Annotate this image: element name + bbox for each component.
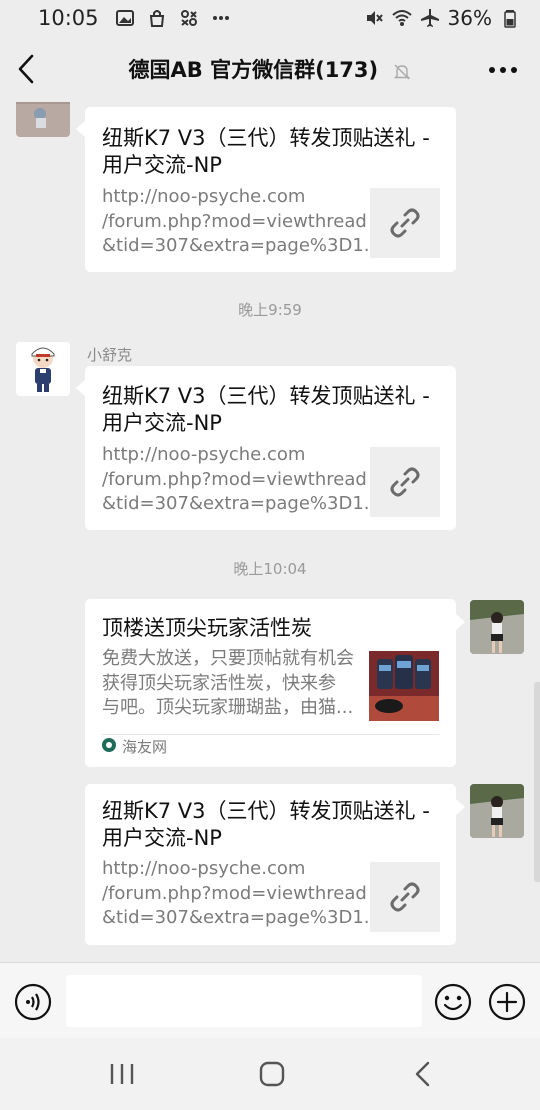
battery-percent: 36% xyxy=(447,6,492,30)
article-thumbnail xyxy=(369,651,439,721)
nav-back-icon xyxy=(415,1061,430,1087)
voice-button[interactable] xyxy=(14,983,52,1021)
link-thumbnail xyxy=(370,188,440,258)
card-desc-line: 免费大放送，只要顶帖就有机会 xyxy=(102,648,354,669)
link-icon xyxy=(390,882,420,912)
mute-icon xyxy=(364,8,384,28)
chat-title: 德国AB 官方微信群(173) xyxy=(0,54,540,84)
card-desc-line: http://noo-psyche.com xyxy=(102,444,306,465)
card-desc-line: http://noo-psyche.com xyxy=(102,186,306,207)
more-dots-icon xyxy=(489,67,517,73)
status-time: 10:05 xyxy=(38,6,99,30)
home-button[interactable] xyxy=(256,1058,288,1090)
card-title: 顶楼送顶尖玩家活性炭 xyxy=(102,616,312,640)
source-name: 海友网 xyxy=(122,738,168,756)
recent-apps-button[interactable] xyxy=(106,1058,138,1090)
more-button[interactable] xyxy=(488,58,518,82)
card-desc-line: &tid=307&extra=page%3D1... xyxy=(102,235,381,256)
emoji-button[interactable] xyxy=(434,983,472,1021)
gallery-icon xyxy=(115,8,135,28)
timestamp: 晚上9:59 xyxy=(238,301,302,319)
bubble-tail xyxy=(456,799,465,815)
home-icon xyxy=(259,1061,285,1087)
card-title-line: 用户交流-NP xyxy=(102,826,222,850)
bag-icon xyxy=(147,8,167,28)
card-title-line: 纽斯K7 V3（三代）转发顶贴送礼 - xyxy=(102,799,430,823)
card-title: 纽斯K7 V3（三代）转发顶贴送礼 - 用户交流-NP xyxy=(102,798,430,852)
game-icon xyxy=(179,8,199,28)
avatar[interactable] xyxy=(470,600,524,654)
card-divider xyxy=(102,734,439,735)
overflow-dots-icon xyxy=(211,8,231,28)
link-icon xyxy=(390,208,420,238)
article-card[interactable]: 顶楼送顶尖玩家活性炭 免费大放送，只要顶帖就有机会 获得顶尖玩家活性炭，快来参 … xyxy=(85,599,456,767)
link-card[interactable]: 纽斯K7 V3（三代）转发顶贴送礼 - 用户交流-NP http://noo-p… xyxy=(85,107,456,272)
input-bar xyxy=(0,962,540,1038)
bubble-tail xyxy=(456,614,465,630)
card-title-line: 纽斯K7 V3（三代）转发顶贴送礼 - xyxy=(102,384,430,408)
link-card[interactable]: 纽斯K7 V3（三代）转发顶贴送礼 - 用户交流-NP http://noo-p… xyxy=(85,784,456,945)
message-input[interactable] xyxy=(66,975,422,1027)
card-desc: http://noo-psyche.com /forum.php?mod=vie… xyxy=(102,443,381,517)
airplane-icon xyxy=(420,8,440,28)
sender-name: 小舒克 xyxy=(87,346,133,364)
link-thumbnail xyxy=(370,862,440,932)
card-desc-line: 与吧。顶尖玩家珊瑚盐，由猫... xyxy=(102,697,354,718)
recent-apps-icon xyxy=(110,1064,134,1084)
card-desc-line: &tid=307&extra=page%3D1... xyxy=(102,493,381,514)
bubble-tail xyxy=(76,380,85,396)
card-desc-line: /forum.php?mod=viewthread xyxy=(102,210,367,232)
card-desc-line: http://noo-psyche.com xyxy=(102,858,306,879)
card-desc-line: /forum.php?mod=viewthread xyxy=(102,882,367,904)
card-desc: http://noo-psyche.com /forum.php?mod=vie… xyxy=(102,185,381,259)
card-desc-line: &tid=307&extra=page%3D1... xyxy=(102,907,381,928)
chat-header: 德国AB 官方微信群(173) xyxy=(0,36,540,102)
card-desc-line: /forum.php?mod=viewthread xyxy=(102,468,367,490)
add-button[interactable] xyxy=(488,983,526,1021)
bubble-tail xyxy=(76,121,85,137)
card-title-line: 用户交流-NP xyxy=(102,153,222,177)
link-thumbnail xyxy=(370,447,440,517)
bell-off-icon xyxy=(393,62,411,80)
group-name: 德国AB 官方微信群(173) xyxy=(128,58,379,82)
article-source: 海友网 xyxy=(102,736,167,757)
system-nav-bar xyxy=(0,1038,540,1110)
avatar[interactable] xyxy=(16,102,70,137)
card-desc: 免费大放送，只要顶帖就有机会 获得顶尖玩家活性炭，快来参 与吧。顶尖玩家珊瑚盐，… xyxy=(102,647,354,721)
nav-back-button[interactable] xyxy=(408,1058,440,1090)
card-title: 纽斯K7 V3（三代）转发顶贴送礼 - 用户交流-NP xyxy=(102,383,430,437)
wifi-icon xyxy=(391,8,412,28)
avatar[interactable] xyxy=(16,342,70,396)
scrollbar[interactable] xyxy=(534,682,540,882)
card-title-line: 用户交流-NP xyxy=(102,411,222,435)
battery-icon xyxy=(500,8,520,28)
link-icon xyxy=(390,467,420,497)
timestamp: 晚上10:04 xyxy=(233,560,307,578)
card-title: 纽斯K7 V3（三代）转发顶贴送礼 - 用户交流-NP xyxy=(102,125,430,179)
link-card[interactable]: 纽斯K7 V3（三代）转发顶贴送礼 - 用户交流-NP http://noo-p… xyxy=(85,366,456,530)
voice-icon xyxy=(14,983,52,1021)
plus-circle-icon xyxy=(488,983,526,1021)
chat-messages[interactable]: 纽斯K7 V3（三代）转发顶贴送礼 - 用户交流-NP http://noo-p… xyxy=(0,102,540,962)
card-title-line: 纽斯K7 V3（三代）转发顶贴送礼 - xyxy=(102,126,430,150)
avatar[interactable] xyxy=(470,784,524,838)
status-bar: 10:05 36% xyxy=(0,0,540,36)
card-desc-line: 获得顶尖玩家活性炭，快来参 xyxy=(102,672,336,694)
source-logo-icon xyxy=(102,737,116,756)
card-desc: http://noo-psyche.com /forum.php?mod=vie… xyxy=(102,857,381,931)
emoji-icon xyxy=(434,983,472,1021)
